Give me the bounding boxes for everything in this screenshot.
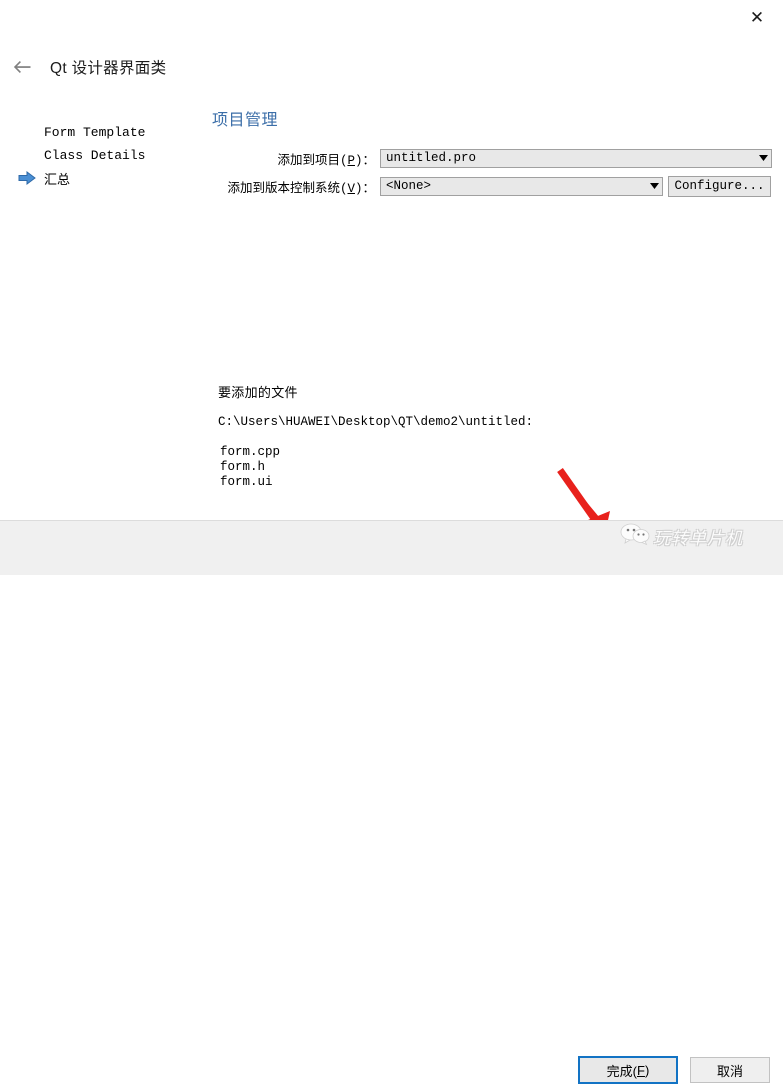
sidebar-item-class-details[interactable]: Class Details [0, 145, 200, 165]
step-marker-blank [18, 147, 40, 163]
project-management-form: 添加到项目(P)： untitled.pro 添加到版本控制系统(V)： <No… [200, 148, 783, 208]
configure-button[interactable]: Configure... [668, 175, 771, 197]
footer-bar: 完成(F) 取消 [0, 521, 783, 1084]
project-select[interactable]: untitled.pro [380, 148, 772, 168]
list-item: form.ui [220, 475, 273, 489]
page-title: Qt 设计器界面类 [50, 60, 167, 77]
sidebar-item-label: Form Template [44, 124, 146, 140]
files-list: form.cpp form.h form.ui [220, 445, 783, 490]
form-row-project: 添加到项目(P)： untitled.pro [200, 148, 783, 168]
step-marker-blank [18, 124, 40, 140]
version-control-select[interactable]: <None> [380, 176, 663, 196]
finish-button[interactable]: 完成(F) [578, 1056, 678, 1084]
sidebar-item-form-template[interactable]: Form Template [0, 122, 200, 142]
list-item: form.h [220, 460, 266, 474]
main-content: 项目管理 添加到项目(P)： untitled.pro 添加到版本控制系统(V)… [200, 96, 783, 208]
form-row-version-control: 添加到版本控制系统(V)： <None> Configure... [200, 175, 783, 197]
sidebar-item-label: Class Details [44, 147, 146, 163]
cancel-button[interactable]: 取消 [690, 1057, 770, 1083]
title-bar: ✕ [0, 0, 783, 34]
sidebar-item-label: 汇总 [44, 172, 71, 188]
files-to-add-section: 要添加的文件 C:\Users\HUAWEI\Desktop\QT\demo2\… [200, 382, 783, 490]
section-title: 项目管理 [212, 112, 279, 129]
chevron-down-icon [755, 155, 771, 161]
sidebar-item-summary[interactable]: 汇总 [0, 168, 200, 188]
project-select-value: untitled.pro [386, 151, 477, 165]
project-field-label: 添加到项目(P)： [277, 153, 375, 168]
files-to-add-heading: 要添加的文件 [218, 385, 298, 400]
wizard-step-list: Form Template Class Details 汇总 [0, 122, 200, 191]
version-control-field-label: 添加到版本控制系统(V)： [227, 181, 375, 196]
close-icon[interactable]: ✕ [737, 3, 777, 31]
back-arrow-icon[interactable] [8, 54, 38, 80]
files-target-path: C:\Users\HUAWEI\Desktop\QT\demo2\untitle… [218, 415, 534, 429]
blue-right-arrow-icon [18, 170, 40, 186]
wizard-header: Qt 设计器界面类 [0, 52, 783, 82]
chevron-down-icon [646, 183, 662, 189]
version-control-select-value: <None> [386, 179, 432, 193]
list-item: form.cpp [220, 445, 281, 459]
